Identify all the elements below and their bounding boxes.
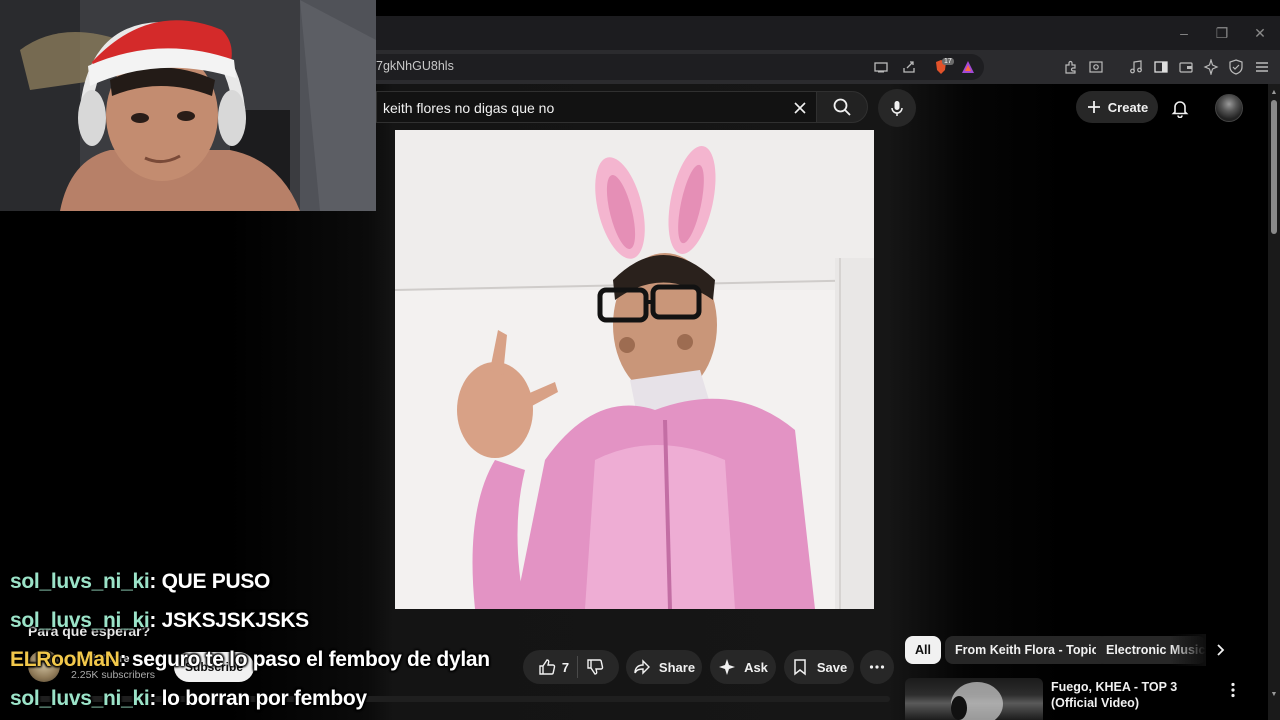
wallet-icon[interactable] (1176, 57, 1196, 77)
share-arrow-icon (634, 659, 650, 675)
tab-strip (376, 16, 1280, 50)
chip-fade (1170, 634, 1206, 666)
close-window-button[interactable]: ✕ (1250, 24, 1270, 42)
recommendation-title[interactable]: Fuego, KHEA - TOP 3 (Official Video) (1051, 679, 1221, 720)
chat-username: sol_luvs_ni_ki (10, 570, 150, 593)
scroll-up-arrow[interactable]: ▲ (1269, 88, 1279, 98)
webcam-overlay (0, 0, 376, 211)
webcam-feed-image (0, 0, 376, 211)
search-button[interactable] (816, 91, 868, 123)
chips-next-button[interactable] (1208, 638, 1232, 662)
address-bar[interactable]: 7gkNhGU8hls (376, 54, 984, 80)
search-query: keith flores no digas que no (383, 100, 555, 116)
more-horizontal-icon (869, 665, 885, 669)
scroll-down-arrow[interactable]: ▼ (1269, 690, 1279, 700)
chip-all[interactable]: All (905, 636, 941, 664)
chat-username: sol_luvs_ni_ki (10, 609, 150, 632)
chat-message-text: : lo borran por femboy (149, 687, 367, 710)
recommendation-thumbnail[interactable] (905, 678, 1043, 720)
menu-icon[interactable] (1252, 57, 1272, 77)
brave-rewards-icon[interactable] (958, 57, 978, 77)
thumbnail-image (951, 682, 1003, 720)
chat-message: sol_luvs_ni_ki: QUE PUSO (10, 570, 610, 594)
chat-message: sol_luvs_ni_ki: JSKSJSKJSKS (10, 609, 610, 633)
chat-message-text: : QUE PUSO (149, 570, 271, 593)
search-input[interactable]: keith flores no digas que no (376, 91, 816, 123)
ask-label: Ask (744, 659, 768, 675)
create-button[interactable]: Create (1076, 91, 1158, 123)
notifications-button[interactable] (1166, 94, 1194, 122)
more-vertical-icon (1231, 682, 1235, 698)
voice-search-button[interactable] (878, 89, 916, 127)
chevron-right-icon (1217, 644, 1225, 656)
chat-username: sol_luvs_ni_ki (10, 687, 150, 710)
chat-message-text: : JSKSJSKJSKS (149, 609, 309, 632)
sidebar-icon[interactable] (1151, 57, 1171, 77)
search-icon (833, 98, 851, 116)
recommendation-more-button[interactable] (1224, 680, 1242, 700)
microphone-icon (891, 101, 903, 116)
video-frame-image (395, 130, 874, 609)
cast-icon[interactable] (871, 57, 891, 77)
address-bar-url: 7gkNhGU8hls (376, 59, 454, 73)
scrollbar-thumb[interactable] (1271, 100, 1277, 234)
plus-icon (1087, 101, 1100, 113)
clear-search-icon[interactable] (788, 96, 812, 120)
save-label: Save (816, 659, 848, 675)
chat-message-text: : seguro te lo paso el femboy de dylan (119, 648, 490, 671)
brave-badge: 17 (942, 58, 954, 65)
share-button[interactable]: Share (626, 650, 702, 684)
save-button[interactable]: Save (784, 650, 854, 684)
create-label: Create (1107, 99, 1149, 115)
share-icon[interactable] (899, 57, 919, 77)
account-avatar[interactable] (1215, 94, 1243, 122)
music-icon[interactable] (1126, 57, 1146, 77)
ask-button[interactable]: Ask (710, 650, 776, 684)
more-actions-button[interactable] (860, 650, 894, 684)
chat-message: ELRooMaN: seguro te lo paso el femboy de… (10, 648, 610, 672)
leo-ai-icon[interactable] (1201, 57, 1221, 77)
chat-username: ELRooMaN (10, 648, 120, 671)
extensions-icon[interactable] (1061, 57, 1081, 77)
vpn-icon[interactable] (1226, 57, 1246, 77)
restore-button[interactable]: ❐ (1212, 24, 1232, 42)
chat-message: sol_luvs_ni_ki: lo borran por femboy (10, 687, 610, 711)
chip-from-keith-flora[interactable]: From Keith Flora - Topic (945, 636, 1109, 664)
video-player[interactable] (395, 130, 874, 609)
bell-icon (1171, 101, 1189, 118)
bookmark-icon (794, 659, 806, 676)
share-label: Share (658, 659, 696, 675)
minimize-button[interactable]: – (1174, 24, 1194, 42)
screenshot-icon[interactable] (1086, 57, 1106, 77)
sparkle-icon (719, 659, 736, 675)
